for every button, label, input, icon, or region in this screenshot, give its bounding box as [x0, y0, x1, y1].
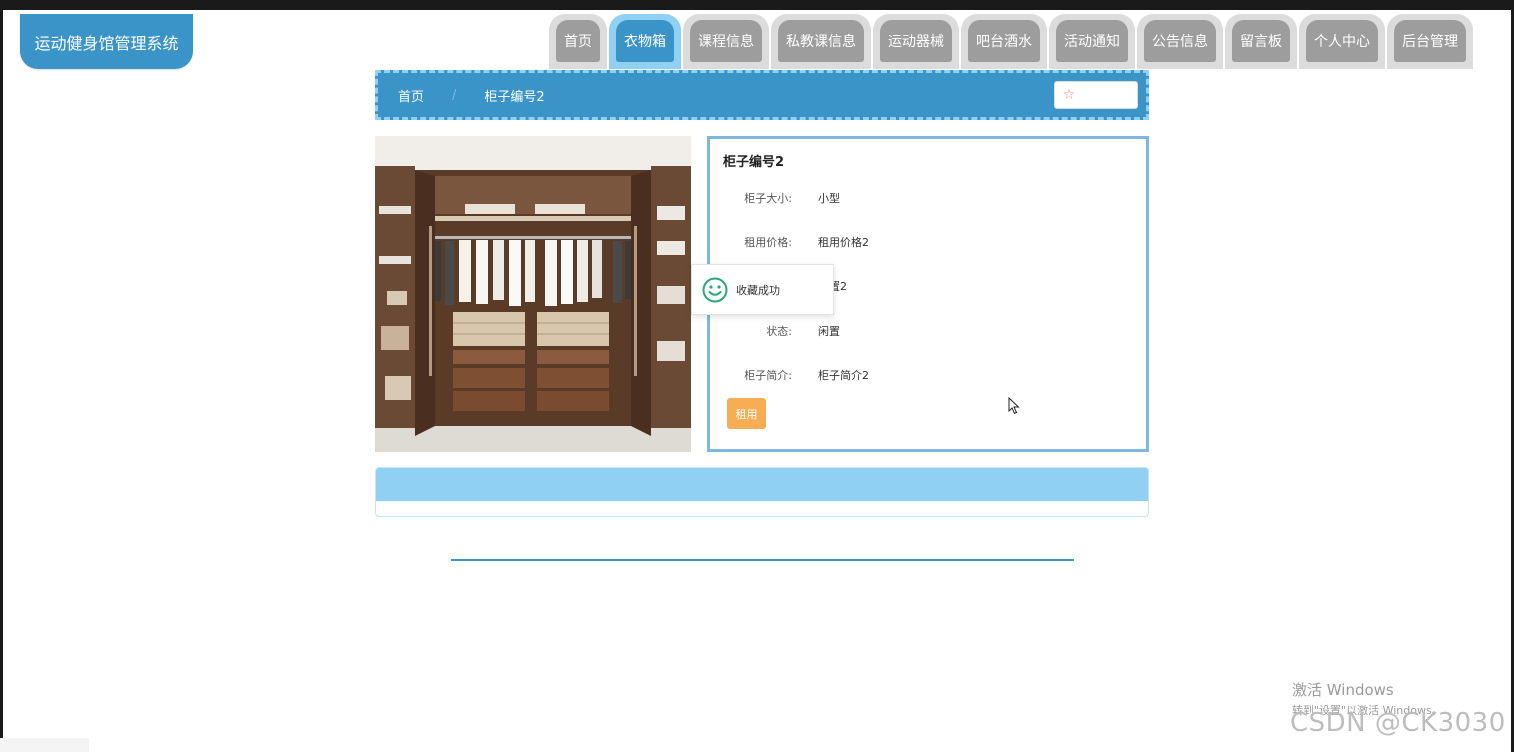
- nav-item-label: 后台管理: [1394, 20, 1466, 62]
- site-title: 运动健身馆管理系统: [34, 33, 179, 53]
- nav-item-label: 个人中心: [1306, 20, 1378, 62]
- wardrobe-image: [375, 136, 691, 452]
- nav-item-label: 活动通知: [1056, 20, 1128, 62]
- field-label: 柜子大小:: [744, 192, 792, 205]
- window-top-bar: [0, 0, 1514, 10]
- smile-icon: [702, 277, 728, 302]
- nav-item-label: 首页: [556, 20, 600, 62]
- favorite-button[interactable]: ☆ 点我收藏: [1054, 81, 1138, 109]
- field-value: 柜子简介2: [818, 369, 869, 382]
- field-label: 状态:: [766, 325, 792, 338]
- nav-item-events[interactable]: 活动通知: [1049, 14, 1135, 69]
- field-value: 租用价格2: [818, 236, 869, 249]
- main-nav: 首页 衣物箱 课程信息 私教课信息 运动器械 吧台酒水 活动通知 公告信息 留言…: [549, 14, 1473, 69]
- nav-item-announcements[interactable]: 公告信息: [1137, 14, 1223, 69]
- field-value: 小型: [818, 192, 840, 205]
- breadcrumb-home-link[interactable]: 首页: [398, 86, 424, 105]
- nav-item-courses[interactable]: 课程信息: [683, 14, 769, 69]
- rent-button[interactable]: 租用: [727, 398, 766, 429]
- content-panel-header: [376, 468, 1148, 501]
- field-value: 闲置: [818, 325, 840, 338]
- site-logo[interactable]: 运动健身馆管理系统: [20, 14, 193, 69]
- nav-item-equipment[interactable]: 运动器械: [873, 14, 959, 69]
- nav-item-private-courses[interactable]: 私教课信息: [771, 14, 871, 69]
- content-panel: [375, 467, 1149, 517]
- locker-title: 柜子编号2: [723, 155, 785, 170]
- nav-item-bar-drinks[interactable]: 吧台酒水: [961, 14, 1047, 69]
- nav-item-lockers[interactable]: 衣物箱: [609, 14, 681, 69]
- star-outline-icon: ☆: [1062, 87, 1076, 103]
- nav-item-label: 私教课信息: [778, 20, 864, 62]
- field-label: 柜子简介:: [744, 369, 792, 382]
- nav-item-label: 吧台酒水: [968, 20, 1040, 62]
- nav-item-profile[interactable]: 个人中心: [1299, 14, 1385, 69]
- footer-divider: [451, 559, 1074, 561]
- favorite-button-label: 点我收藏: [1077, 89, 1130, 105]
- nav-item-admin[interactable]: 后台管理: [1387, 14, 1473, 69]
- csdn-watermark: CSDN @CK3030: [1290, 708, 1506, 738]
- nav-item-label: 公告信息: [1144, 20, 1216, 62]
- nav-item-label: 留言板: [1232, 20, 1290, 62]
- nav-item-label: 运动器械: [880, 20, 952, 62]
- nav-item-message-board[interactable]: 留言板: [1225, 14, 1297, 69]
- nav-item-label: 衣物箱: [616, 20, 674, 62]
- toast-notification: 收藏成功: [691, 264, 834, 315]
- breadcrumb-current: 柜子编号2: [484, 89, 545, 105]
- mouse-cursor-icon: [1008, 396, 1020, 419]
- field-label: 租用价格:: [744, 236, 792, 249]
- nav-item-label: 课程信息: [690, 20, 762, 62]
- locker-photo: [375, 136, 691, 452]
- window-left-edge: [0, 10, 3, 752]
- toast-message: 收藏成功: [736, 283, 780, 297]
- breadcrumb: 首页 / 柜子编号2 ☆ 点我收藏: [375, 70, 1149, 120]
- nav-item-home[interactable]: 首页: [549, 14, 607, 69]
- watermark-line-1: 激活 Windows: [1292, 681, 1394, 699]
- bottom-left-strip: [0, 738, 89, 752]
- breadcrumb-separator: /: [452, 87, 457, 103]
